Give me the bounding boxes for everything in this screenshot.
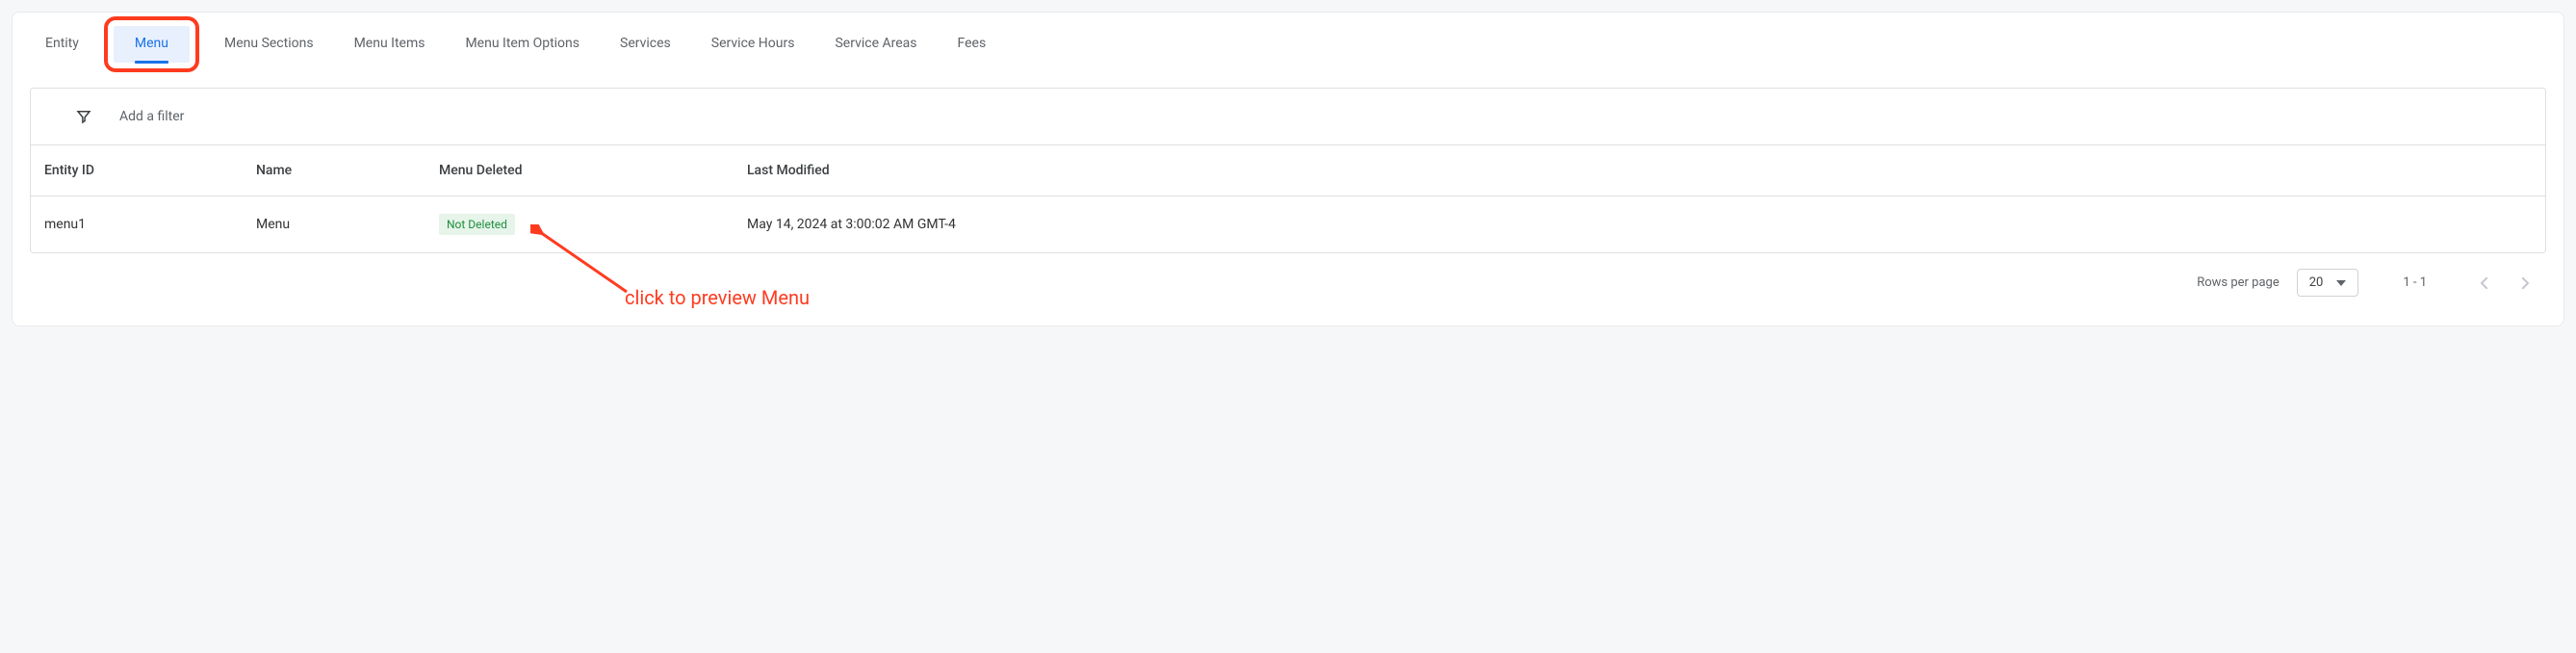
prev-page-button[interactable] bbox=[2471, 271, 2496, 296]
dropdown-icon bbox=[2336, 280, 2346, 286]
col-header-name[interactable]: Name bbox=[256, 163, 439, 178]
pagination-range: 1 - 1 bbox=[2403, 275, 2427, 290]
tab-fees[interactable]: Fees bbox=[952, 26, 992, 63]
cell-name: Menu bbox=[256, 217, 439, 232]
content-card: Entity Menu Menu Sections Menu Items Men… bbox=[12, 12, 2564, 326]
rows-per-page-label: Rows per page bbox=[2197, 275, 2280, 290]
add-filter-text: Add a filter bbox=[119, 109, 184, 124]
col-header-entity-id[interactable]: Entity ID bbox=[44, 163, 256, 178]
table-header-row: Entity ID Name Menu Deleted Last Modifie… bbox=[31, 145, 2545, 196]
chevron-right-icon bbox=[2522, 277, 2530, 289]
col-header-menu-deleted[interactable]: Menu Deleted bbox=[439, 163, 747, 178]
pagination: Rows per page 20 1 - 1 bbox=[13, 253, 2563, 297]
col-header-last-modified[interactable]: Last Modified bbox=[747, 163, 2532, 178]
chevron-left-icon bbox=[2480, 277, 2487, 289]
data-table: Entity ID Name Menu Deleted Last Modifie… bbox=[30, 144, 2546, 253]
rows-per-page-value: 20 bbox=[2309, 275, 2324, 290]
tab-menu-item-options[interactable]: Menu Item Options bbox=[459, 26, 585, 63]
filter-bar[interactable]: Add a filter bbox=[30, 88, 2546, 144]
cell-last-modified: May 14, 2024 at 3:00:02 AM GMT-4 bbox=[747, 217, 2532, 232]
annotation-label: click to preview Menu bbox=[625, 286, 810, 309]
tab-entity[interactable]: Entity bbox=[39, 26, 85, 63]
tabs: Entity Menu Menu Sections Menu Items Men… bbox=[13, 26, 2563, 72]
table-row[interactable]: menu1 Menu Not Deleted May 14, 2024 at 3… bbox=[31, 196, 2545, 252]
tab-menu[interactable]: Menu bbox=[114, 26, 190, 63]
tab-menu-sections[interactable]: Menu Sections bbox=[219, 26, 320, 63]
tab-menu-items[interactable]: Menu Items bbox=[348, 26, 431, 63]
tab-services[interactable]: Services bbox=[614, 26, 677, 63]
filter-icon bbox=[75, 108, 92, 125]
tab-service-hours[interactable]: Service Hours bbox=[706, 26, 801, 63]
tab-service-areas[interactable]: Service Areas bbox=[829, 26, 922, 63]
rows-per-page-select[interactable]: 20 bbox=[2297, 269, 2359, 297]
cell-entity-id: menu1 bbox=[44, 217, 256, 232]
status-badge-not-deleted: Not Deleted bbox=[439, 214, 515, 235]
next-page-button[interactable] bbox=[2513, 271, 2538, 296]
